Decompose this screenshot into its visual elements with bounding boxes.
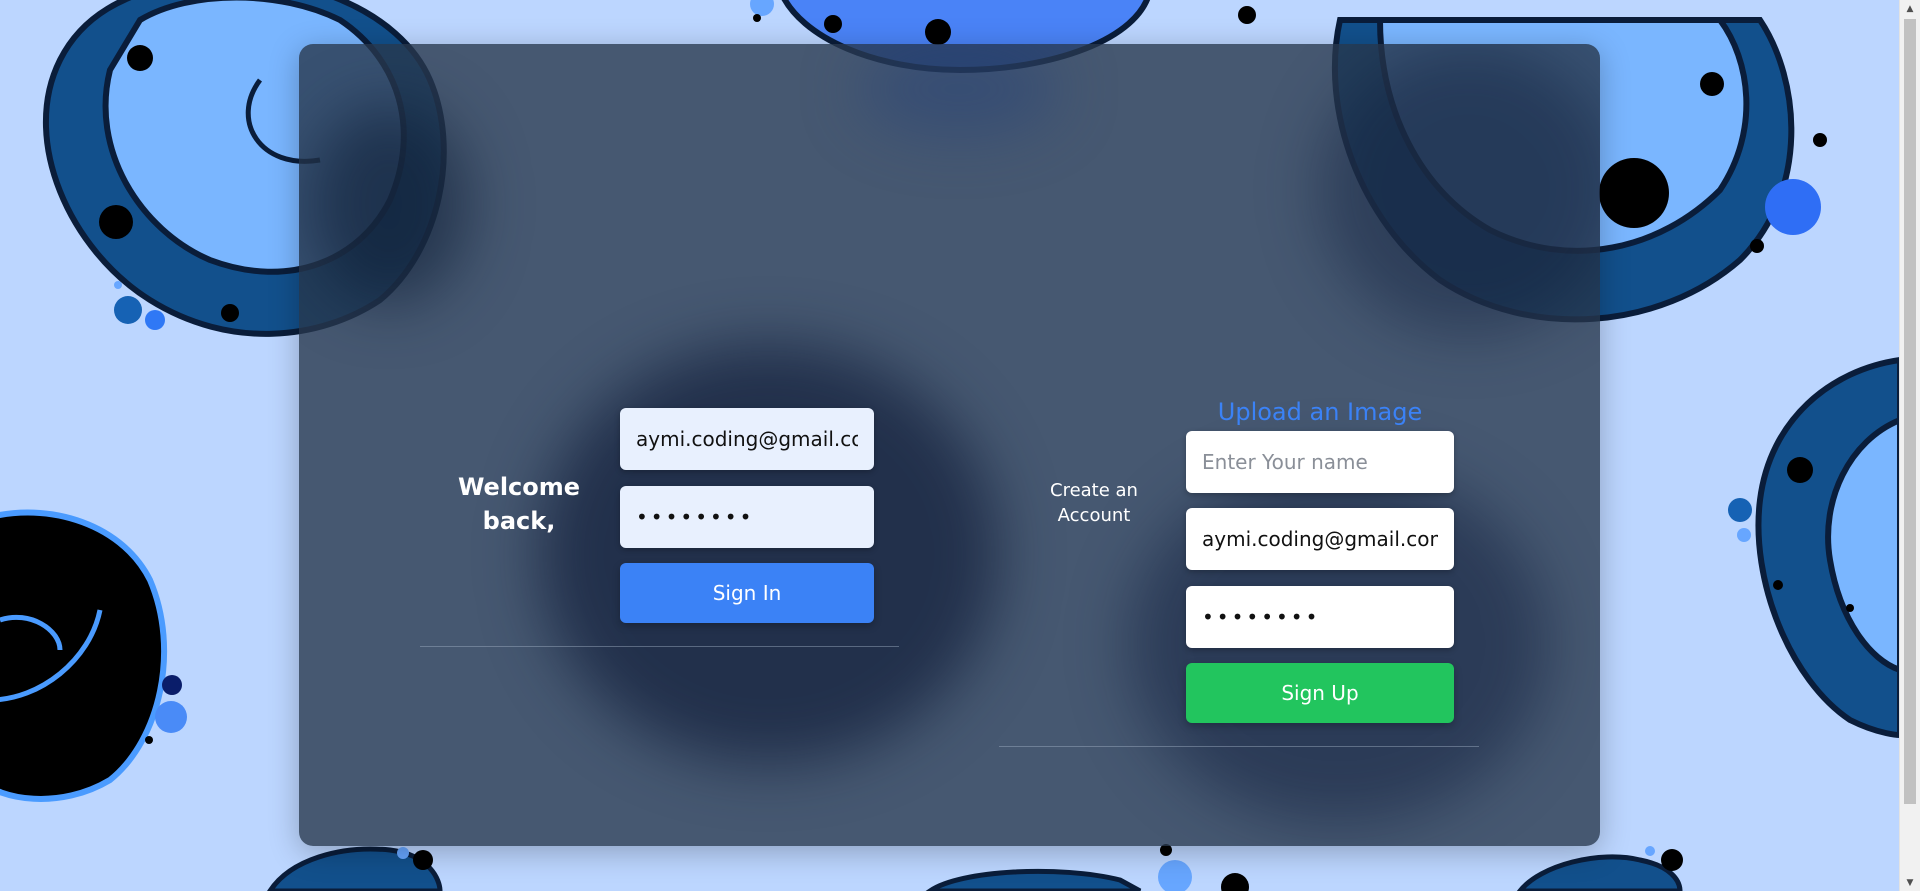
scroll-up-icon[interactable]: ▲ bbox=[1900, 0, 1920, 17]
sign-in-password-input[interactable] bbox=[620, 486, 874, 548]
upload-image-link[interactable]: Upload an Image bbox=[1186, 398, 1454, 426]
auth-card: Welcome back, Sign In Upload an Image Cr… bbox=[299, 44, 1600, 846]
sign-in-button[interactable]: Sign In bbox=[620, 563, 874, 623]
sign-up-password-input[interactable] bbox=[1186, 586, 1454, 648]
sign-up-email-input[interactable] bbox=[1186, 508, 1454, 570]
create-line: Create an bbox=[1050, 480, 1138, 501]
name-input[interactable] bbox=[1186, 431, 1454, 493]
page: Welcome back, Sign In Upload an Image Cr… bbox=[0, 0, 1920, 891]
create-account-label: Create an Account bbox=[1024, 478, 1164, 528]
card-glow bbox=[1319, 44, 1600, 334]
card-glow bbox=[539, 344, 999, 764]
sign-in-email-input[interactable] bbox=[620, 408, 874, 470]
welcome-heading: Welcome back, bbox=[449, 470, 589, 538]
sign-up-button[interactable]: Sign Up bbox=[1186, 663, 1454, 723]
create-line: Account bbox=[1057, 505, 1131, 526]
scrollbar-thumb[interactable] bbox=[1904, 19, 1916, 804]
welcome-line: Welcome bbox=[457, 473, 581, 501]
sign-up-divider bbox=[999, 746, 1479, 747]
welcome-line: back, bbox=[482, 507, 556, 535]
page-scrollbar[interactable]: ▲ ▼ bbox=[1899, 0, 1920, 891]
card-glow bbox=[859, 44, 1059, 134]
card-glow bbox=[309, 104, 469, 304]
scroll-down-icon[interactable]: ▼ bbox=[1900, 874, 1920, 891]
sign-in-divider bbox=[420, 646, 899, 647]
